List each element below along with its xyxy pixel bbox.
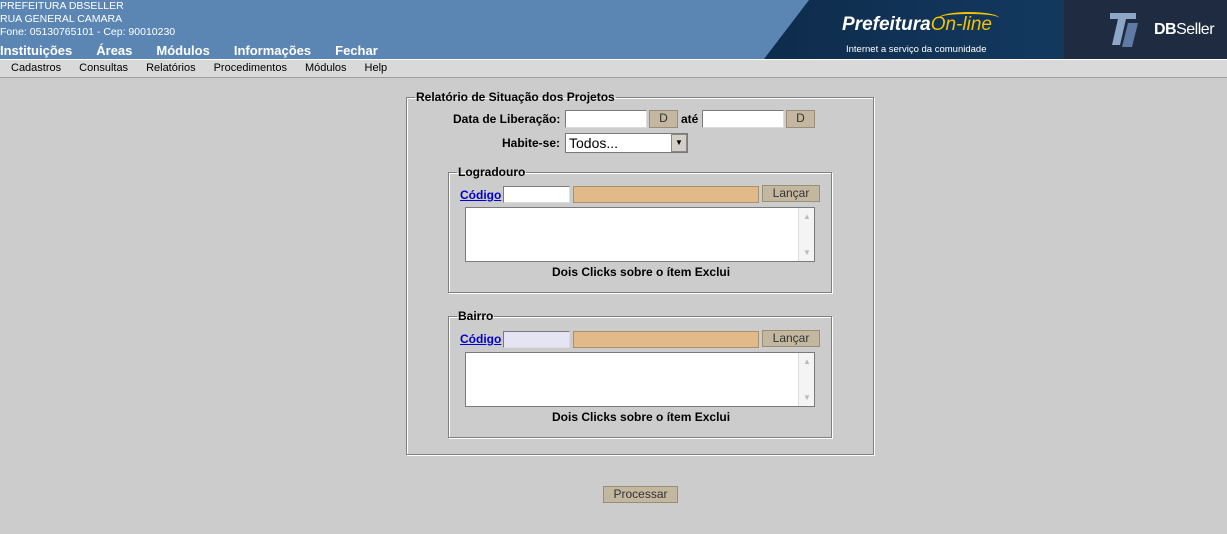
top-nav: Instituições Áreas Módulos Informações F… [0, 43, 402, 58]
org-info: PREFEITURA DBSELLER RUA GENERAL CAMARA F… [0, 0, 175, 39]
nav-areas[interactable]: Áreas [96, 43, 132, 58]
nav-informacoes[interactable]: Informações [234, 43, 311, 58]
data-liberacao-label: Data de Liberação: [453, 112, 561, 126]
habite-se-select[interactable]: Todos... ▼ [565, 133, 688, 153]
logradouro-description-field [573, 186, 759, 203]
chevron-down-icon[interactable]: ▼ [671, 134, 687, 152]
menu-relatorios[interactable]: Relatórios [146, 60, 196, 77]
nav-instituicoes[interactable]: Instituições [0, 43, 72, 58]
bairro-code-input[interactable] [503, 331, 570, 348]
processar-button[interactable]: Processar [603, 486, 678, 503]
habite-se-value: Todos... [569, 135, 619, 151]
menu-help[interactable]: Help [365, 60, 388, 77]
menu-modulos[interactable]: Módulos [305, 60, 347, 77]
scroll-up-icon[interactable]: ▲ [803, 357, 811, 366]
dbseller-emblem-icon [1110, 13, 1138, 47]
bairro-description-field [573, 331, 759, 348]
scroll-down-icon[interactable]: ▼ [803, 393, 811, 402]
date-to-input[interactable] [702, 110, 784, 128]
habite-se-label: Habite-se: [502, 136, 561, 150]
brand-banner: PrefeituraOn-line Internet a serviço da … [764, 0, 1227, 59]
scrollbar[interactable]: ▲ ▼ [798, 208, 814, 261]
brand-tagline: Internet a serviço da comunidade [846, 44, 987, 55]
dbseller-logo: DBSeller [1064, 0, 1227, 59]
scrollbar[interactable]: ▲ ▼ [798, 353, 814, 406]
menu-cadastros[interactable]: Cadastros [11, 60, 61, 77]
bairro-lancar-button[interactable]: Lançar [762, 330, 820, 347]
date-from-input[interactable] [565, 110, 647, 128]
bairro-legend: Bairro [458, 309, 494, 323]
nav-modulos[interactable]: Módulos [156, 43, 209, 58]
logradouro-hint: Dois Clicks sobre o ítem Exclui [552, 265, 731, 279]
org-address: RUA GENERAL CAMARA [0, 13, 123, 25]
date-to-picker-button[interactable]: D [786, 110, 815, 128]
report-legend: Relatório de Situação dos Projetos [416, 90, 615, 104]
ate-label: até [681, 112, 699, 126]
bairro-hint: Dois Clicks sobre o ítem Exclui [552, 410, 731, 424]
nav-fechar[interactable]: Fechar [335, 43, 378, 58]
org-contact: Fone: 05130765101 - Cep: 90010230 [0, 26, 176, 38]
logradouro-codigo-link[interactable]: Código [460, 188, 501, 202]
bairro-codigo-link[interactable]: Código [460, 332, 501, 346]
menu-consultas[interactable]: Consultas [79, 60, 128, 77]
date-from-picker-button[interactable]: D [649, 110, 678, 128]
scroll-down-icon[interactable]: ▼ [803, 248, 811, 257]
app-header: PREFEITURA DBSELLER RUA GENERAL CAMARA F… [0, 0, 1227, 59]
menu-bar: Cadastros Consultas Relatórios Procedime… [0, 59, 1227, 78]
org-name: PREFEITURA DBSELLER [0, 0, 124, 12]
swoosh-icon [939, 12, 999, 24]
logradouro-legend: Logradouro [458, 165, 526, 179]
logradouro-lancar-button[interactable]: Lançar [762, 185, 820, 202]
logradouro-list[interactable]: ▲ ▼ [465, 207, 815, 262]
scroll-up-icon[interactable]: ▲ [803, 212, 811, 221]
dbseller-wordmark: DBSeller [1154, 21, 1215, 38]
menu-procedimentos[interactable]: Procedimentos [214, 60, 287, 77]
logradouro-code-input[interactable] [503, 186, 570, 203]
bairro-list[interactable]: ▲ ▼ [465, 352, 815, 407]
